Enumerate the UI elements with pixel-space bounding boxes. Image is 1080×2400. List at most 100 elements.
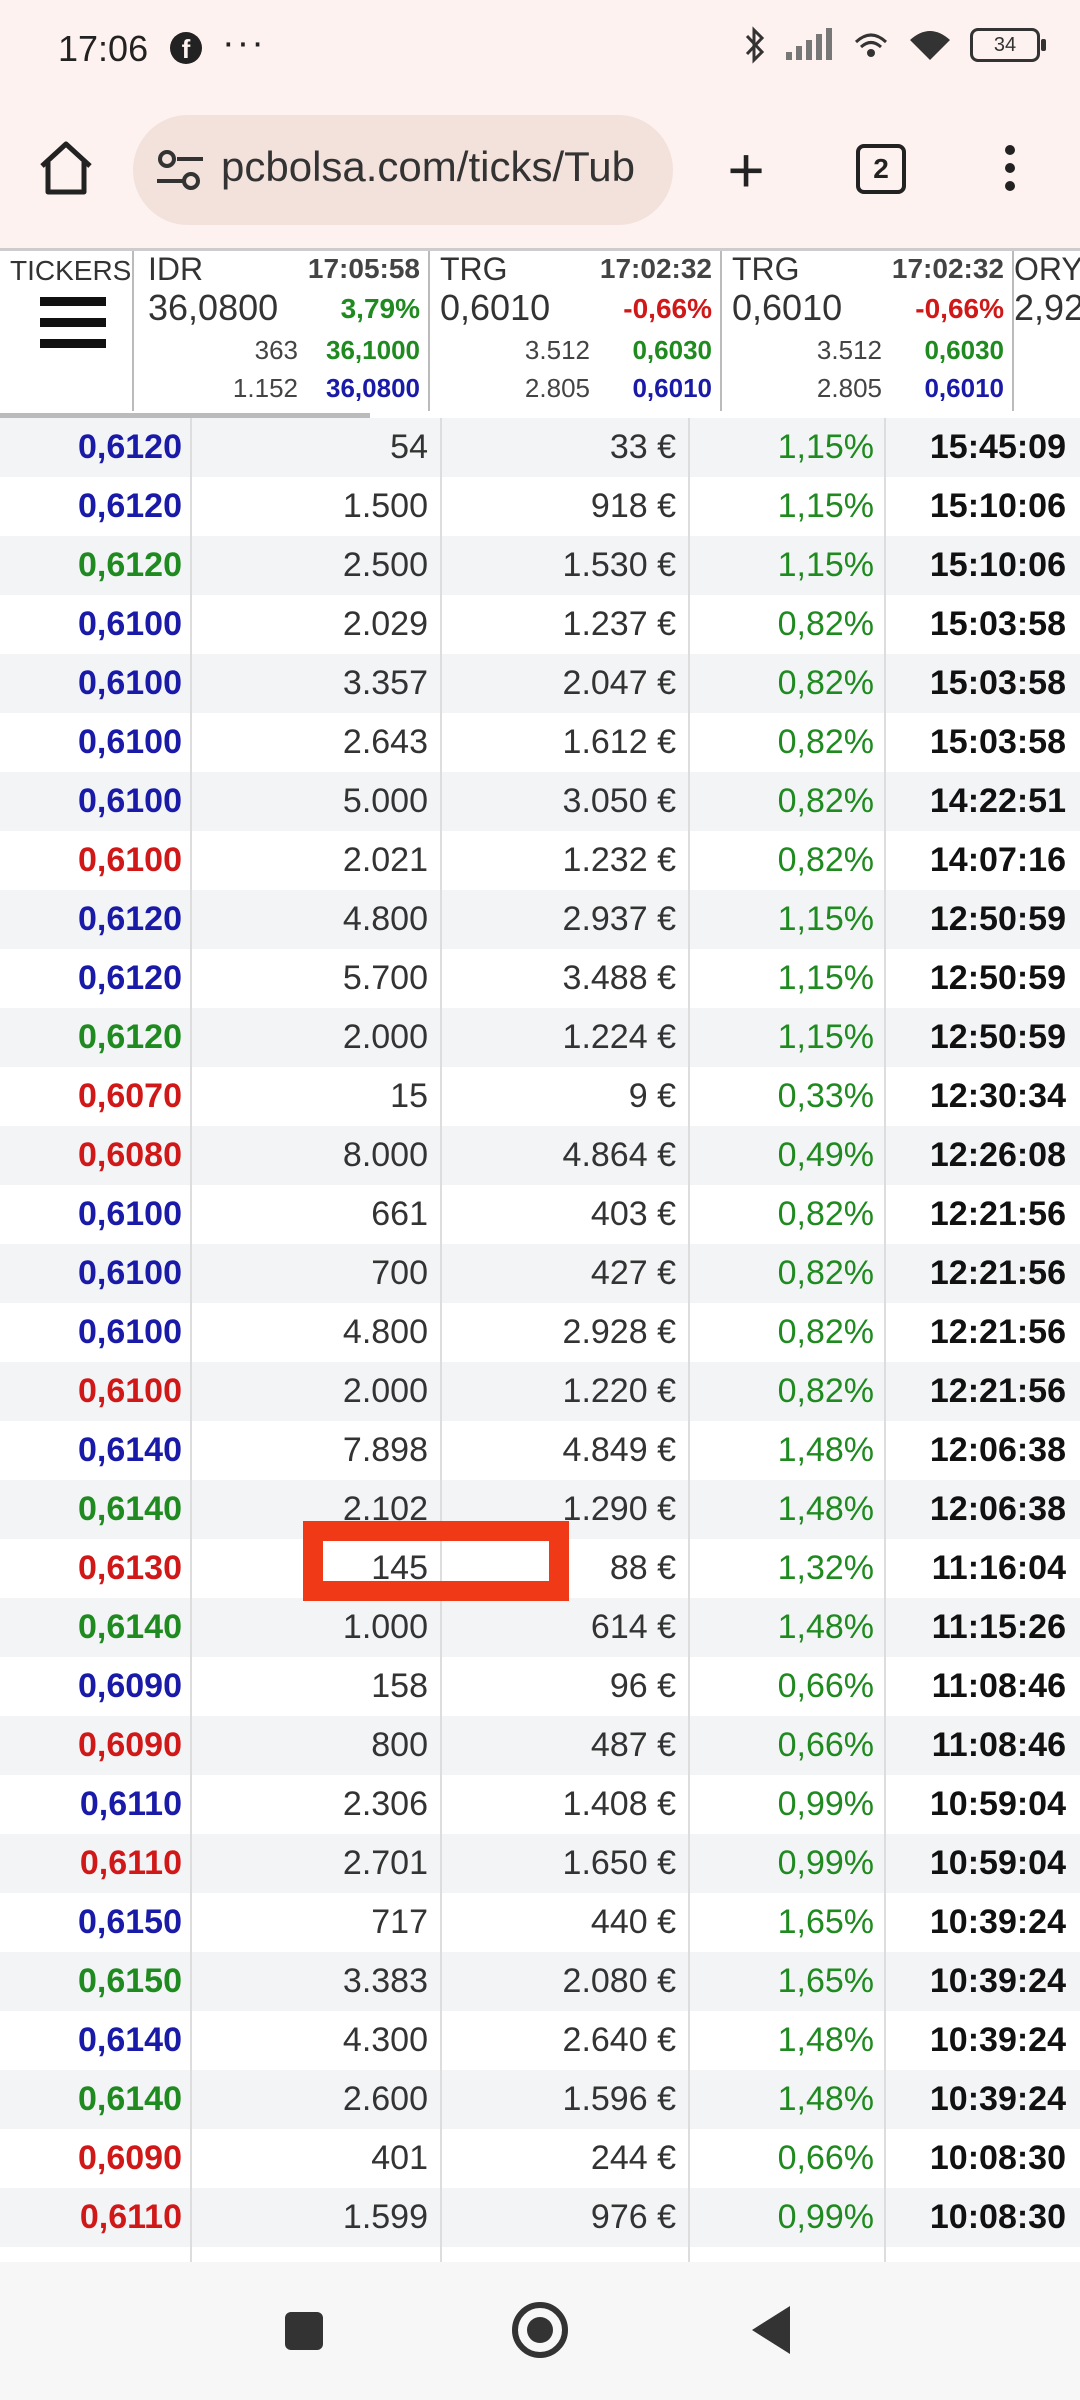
trade-price: 0,6100: [0, 772, 192, 831]
ticker-buy-volume: 3.512: [816, 335, 882, 365]
table-row[interactable]: 0,6110 2.701 1.650 €0,99% 10:59:04: [0, 1834, 1080, 1893]
trade-time: 11:08:46: [931, 1667, 1066, 1705]
site-settings-icon[interactable]: [155, 147, 205, 193]
table-row[interactable]: 0,6120 4.800 2.937 €1,15% 12:50:59: [0, 890, 1080, 949]
trade-change-pct: 1,65%: [690, 2247, 886, 2262]
more-notifications-icon: ···: [222, 22, 266, 64]
address-bar[interactable]: pcbolsa.com/ticks/Tub: [133, 115, 673, 225]
ticker-sell-volume: 1.152: [232, 373, 298, 403]
trade-amount: 976 €: [442, 2188, 690, 2247]
table-row[interactable]: 0,6120 2.500 1.530 €1,15% 15:10:06: [0, 536, 1080, 595]
new-tab-button[interactable]: +: [716, 138, 776, 202]
more-options-icon[interactable]: [1000, 140, 1020, 200]
table-row[interactable]: 0,6140 7.898 4.849 €1,48% 12:06:38: [0, 1421, 1080, 1480]
table-row[interactable]: 0,6140 2.600 1.596 €1,48% 10:39:24: [0, 2070, 1080, 2129]
trade-amount: 1.596 €: [442, 2070, 690, 2129]
table-row[interactable]: 0,6100 3.357 2.047 €0,82% 15:03:58: [0, 654, 1080, 713]
table-row[interactable]: 0,6100 2.643 1.612 €0,82% 15:03:58: [0, 713, 1080, 772]
url-text: pcbolsa.com/ticks/Tub: [221, 143, 635, 190]
trade-time: 12:21:56: [929, 1254, 1066, 1292]
table-row[interactable]: 0,6100 4.800 2.928 €0,82% 12:21:56: [0, 1303, 1080, 1362]
trade-price: 0,6110: [0, 1834, 192, 1893]
back-icon[interactable]: [752, 2306, 790, 2354]
home-nav-icon[interactable]: [512, 2302, 568, 2358]
trade-quantity: 8.000: [192, 1126, 442, 1185]
trade-change-pct: 0,82%: [690, 1185, 886, 1244]
tickers-menu[interactable]: TICKERS: [0, 251, 134, 411]
trade-price: 0,6140: [0, 2011, 192, 2070]
trade-quantity: 1.500: [192, 477, 442, 536]
trade-amount: 2.640 €: [442, 2011, 690, 2070]
trade-change-pct: 0,82%: [690, 831, 886, 890]
table-row[interactable]: 0,6120 2.000 1.224 €1,15% 12:50:59: [0, 1008, 1080, 1067]
table-row[interactable]: 0,6150 717 440 €1,65% 10:39:24: [0, 1893, 1080, 1952]
trade-quantity: 54: [192, 418, 442, 477]
trade-amount: 1.232 €: [442, 831, 690, 890]
table-row[interactable]: 0,6100 661 403 €0,82% 12:21:56: [0, 1185, 1080, 1244]
trade-change-pct: 1,48%: [690, 1480, 886, 1539]
trade-price: 0,6080: [0, 1126, 192, 1185]
ticker-cell[interactable]: TRG 17:02:32 0,6010 -0,66% 3.512 0,6030 2.805 0…: [724, 251, 1014, 411]
table-row[interactable]: 0,6090 158 96 €0,66% 11:08:46: [0, 1657, 1080, 1716]
trade-amount: 1.224 €: [442, 1008, 690, 1067]
table-row[interactable]: 0,6100 2.000 1.220 €0,82% 12:21:56: [0, 1362, 1080, 1421]
table-row[interactable]: 0,61501.617994 €1,65%9:39:00: [0, 2247, 1080, 2262]
trade-time: 12:50:59: [929, 1018, 1066, 1056]
table-row[interactable]: 0,6120 1.500 918 €1,15% 15:10:06: [0, 477, 1080, 536]
ticker-sell-price: 0,6010: [632, 373, 712, 403]
tickers-label: TICKERS: [10, 255, 132, 286]
trade-quantity: 158: [192, 1657, 442, 1716]
wifi-icon: [910, 31, 950, 60]
ticker-cell[interactable]: ORY2,922.2.: [1006, 251, 1080, 411]
table-row[interactable]: 0,6090 401 244 €0,66% 10:08:30: [0, 2129, 1080, 2188]
trade-time: 12:50:59: [929, 959, 1066, 997]
trade-price: 0,6120: [0, 536, 192, 595]
trade-price: 0,6110: [0, 2188, 192, 2247]
trade-price: 0,6110: [0, 1775, 192, 1834]
ticker-symbol: ORY: [1014, 251, 1080, 287]
table-row[interactable]: 0,6090 800 487 €0,66% 11:08:46: [0, 1716, 1080, 1775]
table-row[interactable]: 0,6120 5.700 3.488 €1,15% 12:50:59: [0, 949, 1080, 1008]
trade-quantity: 401: [192, 2129, 442, 2188]
home-icon[interactable]: [36, 138, 96, 198]
trade-quantity: 2.701: [192, 1834, 442, 1893]
trade-quantity: 717: [192, 1893, 442, 1952]
table-row[interactable]: 0,6070 15 9 €0,33% 12:30:34: [0, 1067, 1080, 1126]
trade-time: 14:07:16: [929, 841, 1066, 879]
trade-time: 10:39:24: [929, 1903, 1066, 1941]
trade-time: 12:21:56: [929, 1195, 1066, 1233]
table-row[interactable]: 0,6150 3.383 2.080 €1,65% 10:39:24: [0, 1952, 1080, 2011]
trade-price: 0,6070: [0, 1067, 192, 1126]
trade-change-pct: 0,99%: [690, 1834, 886, 1893]
table-row[interactable]: 0,6080 8.000 4.864 €0,49% 12:26:08: [0, 1126, 1080, 1185]
trade-amount: 4.864 €: [442, 1126, 690, 1185]
trade-change-pct: 1,15%: [690, 949, 886, 1008]
table-row[interactable]: 0,6100 5.000 3.050 €0,82% 14:22:51: [0, 772, 1080, 831]
tab-switcher-button[interactable]: 2: [856, 144, 906, 194]
trade-time: 12:50:59: [929, 900, 1066, 938]
trade-time: 15:10:06: [929, 487, 1066, 525]
trade-time: 12:21:56: [929, 1372, 1066, 1410]
ticker-strip[interactable]: TICKERS IDR 17:05:58 36,0800 3,79% 363 36,100…: [0, 248, 1080, 424]
ticker-cell[interactable]: IDR 17:05:58 36,0800 3,79% 363 36,1000 1.152 36…: [140, 251, 430, 411]
trade-price: 0,6150: [0, 2247, 192, 2262]
trade-change-pct: 1,48%: [690, 2011, 886, 2070]
table-row[interactable]: 0,6100 700 427 €0,82% 12:21:56: [0, 1244, 1080, 1303]
table-row[interactable]: 0,6120 54 33 €1,15% 15:45:09: [0, 418, 1080, 477]
hamburger-menu-icon[interactable]: [40, 297, 106, 360]
recent-apps-icon[interactable]: [285, 2312, 323, 2350]
trades-table[interactable]: 0,6120 54 33 €1,15% 15:45:09 0,6120 1.500 918 …: [0, 418, 1080, 2262]
table-row[interactable]: 0,6100 2.029 1.237 €0,82% 15:03:58: [0, 595, 1080, 654]
trade-change-pct: 0,82%: [690, 595, 886, 654]
ticker-buy-volume: 3.512: [524, 335, 590, 365]
table-row[interactable]: 0,6110 1.599 976 €0,99% 10:08:30: [0, 2188, 1080, 2247]
ticker-cell[interactable]: TRG 17:02:32 0,6010 -0,66% 3.512 0,6030 2.805 0…: [432, 251, 722, 411]
table-row[interactable]: 0,6140 4.300 2.640 €1,48% 10:39:24: [0, 2011, 1080, 2070]
table-row[interactable]: 0,6110 2.306 1.408 €0,99% 10:59:04: [0, 1775, 1080, 1834]
trade-quantity: 661: [192, 1185, 442, 1244]
trade-change-pct: 0,82%: [690, 654, 886, 713]
trade-price: 0,6140: [0, 1421, 192, 1480]
table-row[interactable]: 0,6140 1.000 614 €1,48% 11:15:26: [0, 1598, 1080, 1657]
table-row[interactable]: 0,6100 2.021 1.232 €0,82% 14:07:16: [0, 831, 1080, 890]
trade-amount: 918 €: [442, 477, 690, 536]
